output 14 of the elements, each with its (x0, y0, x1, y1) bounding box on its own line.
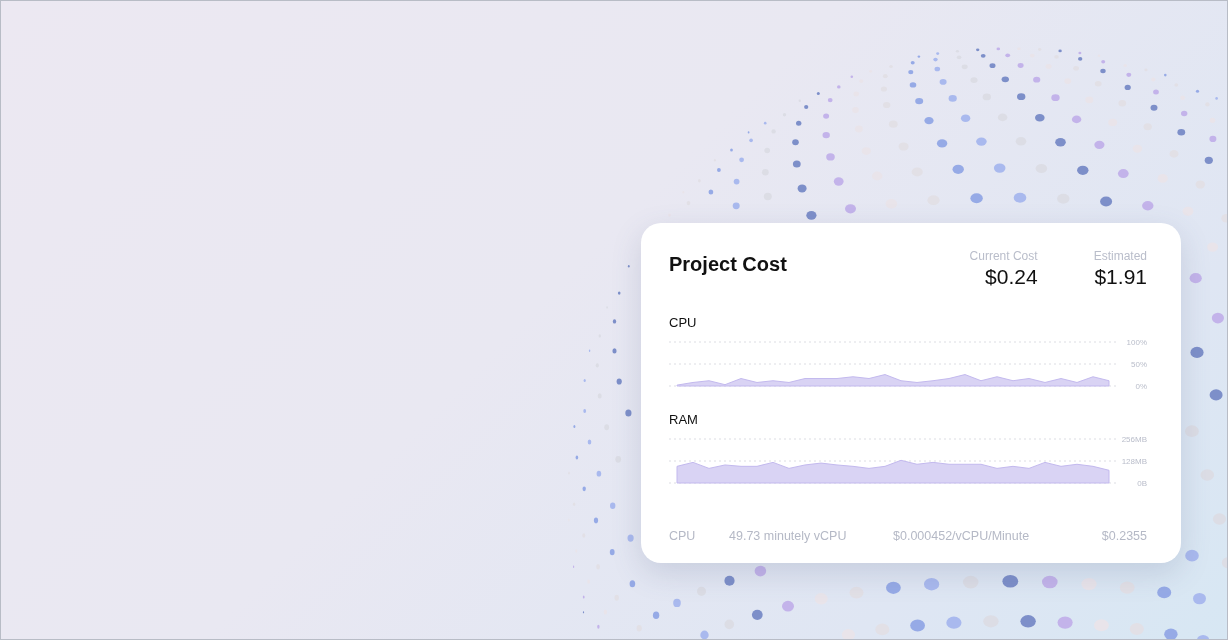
chart-label: CPU (669, 315, 698, 330)
stat-value: $1.91 (1094, 265, 1147, 289)
stat-label: Estimated (1093, 249, 1147, 263)
chart-label: RAM (669, 412, 699, 427)
line-cost: $0.2355 (1101, 529, 1147, 543)
usage-amount: 49.73 minutely vCPU (729, 529, 848, 543)
resource-name: CPU (669, 529, 697, 543)
axis-tick-label: 50% (1131, 360, 1147, 369)
card-title: Project Cost (669, 253, 787, 276)
stat-value: $0.24 (985, 265, 1038, 289)
stat-label: Current Cost (969, 249, 1038, 263)
unit-rate: $0.000452/vCPU/Minute (893, 529, 1031, 543)
axis-tick-label: 256MB (1121, 435, 1147, 444)
axis-tick-label: 128MB (1121, 457, 1147, 466)
